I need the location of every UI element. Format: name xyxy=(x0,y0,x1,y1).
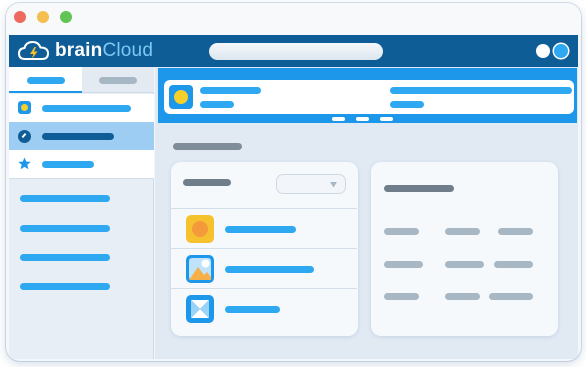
window-titlebar xyxy=(6,3,581,35)
banner-card xyxy=(164,80,574,114)
banner-detail-1 xyxy=(390,87,572,94)
sidebar-tab-2-label xyxy=(99,77,137,84)
minimize-window-button[interactable] xyxy=(37,11,49,23)
details-cell xyxy=(445,261,484,268)
close-window-button[interactable] xyxy=(14,11,26,23)
filter-select[interactable] xyxy=(276,174,346,194)
brand-name: brainCloud xyxy=(55,40,153,62)
chevron-down-icon xyxy=(330,182,337,188)
details-cell xyxy=(489,293,533,300)
white-circle-icon[interactable] xyxy=(536,44,550,58)
search-input[interactable] xyxy=(209,43,383,60)
list-item[interactable] xyxy=(171,248,357,288)
star-icon xyxy=(18,157,31,170)
list-item[interactable] xyxy=(171,288,357,328)
sidebar-item-1[interactable] xyxy=(9,94,154,122)
sidebar-item-2-label xyxy=(42,133,114,140)
banner-app-icon xyxy=(169,85,193,109)
sidebar-link-1[interactable] xyxy=(20,195,110,202)
top-banner xyxy=(158,68,577,123)
orange-app-icon xyxy=(186,215,214,243)
app-window: brainCloud xyxy=(6,3,581,361)
carousel-dot-3[interactable] xyxy=(380,117,393,121)
sidebar-link-4[interactable] xyxy=(20,283,110,290)
list-item-label xyxy=(225,266,314,273)
section-heading xyxy=(173,143,242,150)
sidebar-divider xyxy=(9,178,154,179)
sidebar-item-2[interactable] xyxy=(9,122,154,150)
blue-circle-icon[interactable] xyxy=(554,44,568,58)
main-content xyxy=(155,67,578,359)
carousel-dot-1[interactable] xyxy=(332,117,345,121)
banner-subtitle xyxy=(200,101,234,108)
image-app-icon xyxy=(186,255,214,283)
cloud-lightning-icon xyxy=(17,40,50,60)
details-cell xyxy=(384,261,423,268)
brand-logo[interactable]: brainCloud xyxy=(17,38,167,64)
carousel-dot-2[interactable] xyxy=(356,117,369,121)
gauge-icon xyxy=(18,130,31,143)
details-cell xyxy=(498,228,533,235)
zoom-window-button[interactable] xyxy=(60,11,72,23)
sidebar-item-3-label xyxy=(42,161,94,168)
app-header: brainCloud xyxy=(9,35,578,67)
list-item-label xyxy=(225,226,296,233)
sidebar-item-3[interactable] xyxy=(9,150,154,178)
details-cell xyxy=(384,228,419,235)
list-item-label xyxy=(225,306,280,313)
sidebar-tab-2[interactable] xyxy=(82,67,154,93)
details-card xyxy=(371,162,558,336)
sidebar-link-3[interactable] xyxy=(20,254,110,261)
banner-detail-2 xyxy=(390,101,424,108)
apps-list-title xyxy=(183,179,231,186)
brand-name-primary: brain xyxy=(55,40,103,61)
sidebar xyxy=(9,67,154,359)
details-title xyxy=(384,185,454,192)
sidebar-tab-1[interactable] xyxy=(9,67,82,93)
brand-name-accent: Cloud xyxy=(102,40,154,61)
list-item[interactable] xyxy=(171,208,357,248)
sidebar-link-2[interactable] xyxy=(20,225,110,232)
banner-title xyxy=(200,87,261,94)
apps-list-card xyxy=(171,162,358,336)
details-cell xyxy=(494,261,533,268)
details-cell xyxy=(445,293,480,300)
details-cell xyxy=(445,228,480,235)
details-cell xyxy=(384,293,419,300)
sidebar-item-1-label xyxy=(42,105,131,112)
diamond-app-icon xyxy=(186,295,214,323)
app-square-icon xyxy=(18,101,31,114)
sidebar-tab-1-label xyxy=(27,77,65,84)
